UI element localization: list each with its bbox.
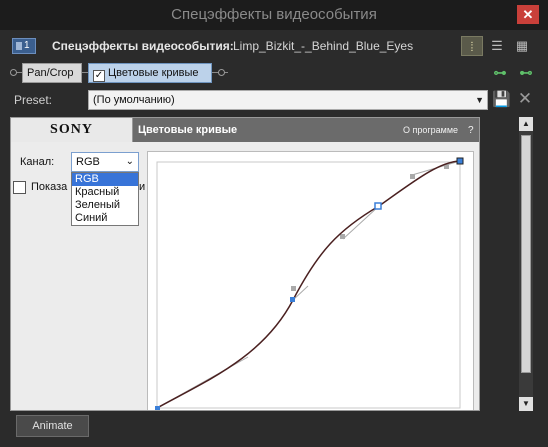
fx-chain-icon[interactable]: 1 bbox=[12, 38, 36, 54]
save-preset-icon[interactable]: 💾 bbox=[492, 91, 511, 109]
channel-label: Канал: bbox=[20, 156, 55, 168]
fx-title: Спецэффекты видеособытия: bbox=[52, 39, 234, 53]
channel-dropdown: RGB Красный Зеленый Синий bbox=[71, 172, 139, 226]
curve-point-selected[interactable] bbox=[374, 202, 382, 210]
help-link[interactable]: ? bbox=[468, 125, 474, 136]
tangent-handle[interactable] bbox=[291, 286, 296, 291]
window-title: Спецэффекты видеособытия bbox=[171, 6, 377, 23]
curve-point[interactable] bbox=[155, 406, 160, 411]
channel-option-green[interactable]: Зеленый bbox=[72, 199, 138, 212]
show-checkbox[interactable] bbox=[13, 181, 26, 194]
delete-preset-icon[interactable]: ✕ bbox=[516, 89, 534, 109]
tangent-line bbox=[342, 205, 380, 240]
sony-logo: SONY bbox=[11, 118, 133, 142]
list-icon[interactable]: ☰ bbox=[486, 36, 508, 56]
footer: Animate bbox=[0, 413, 548, 447]
plugin-enabled-checkbox[interactable]: ✓ bbox=[93, 70, 105, 82]
about-link[interactable]: О программе bbox=[403, 125, 458, 135]
list-detail-icon[interactable]: ⦙ bbox=[461, 36, 483, 56]
title-bar: Спецэффекты видеособытия ✕ bbox=[0, 0, 548, 30]
preset-label: Preset: bbox=[14, 93, 53, 107]
show-label: Показа bbox=[31, 181, 68, 193]
tangent-handle[interactable] bbox=[340, 234, 345, 239]
plugin-panel: SONY Цветовые кривые О программе ? Канал… bbox=[10, 117, 480, 411]
channel-option-red[interactable]: Красный bbox=[72, 186, 138, 199]
scroll-thumb[interactable] bbox=[521, 135, 531, 373]
remove-plugin-icon[interactable]: ⊷ bbox=[516, 64, 536, 82]
scroll-down-icon[interactable]: ▼ bbox=[519, 397, 533, 411]
plugin-color-curves[interactable]: ✓ Цветовые кривые bbox=[88, 63, 212, 83]
plugin-pan-crop[interactable]: Pan/Crop bbox=[22, 63, 82, 83]
chain-end-node bbox=[218, 69, 225, 76]
close-button[interactable]: ✕ bbox=[517, 5, 539, 24]
vertical-scrollbar[interactable]: ▲ ▼ bbox=[519, 117, 533, 411]
chevron-down-icon: ▼ bbox=[475, 95, 484, 105]
effect-header: 1 Спецэффекты видеособытия: Limp_Bizkit_… bbox=[8, 34, 540, 58]
channel-select[interactable]: RGB ⌄ bbox=[71, 152, 139, 172]
channel-option-rgb[interactable]: RGB bbox=[72, 173, 138, 186]
chain-start-node bbox=[10, 69, 17, 76]
animate-button[interactable]: Animate bbox=[16, 415, 89, 437]
tangent-handle[interactable] bbox=[410, 174, 415, 179]
channel-option-blue[interactable]: Синий bbox=[72, 212, 138, 225]
curve-point[interactable] bbox=[456, 157, 464, 165]
preset-select[interactable]: (По умолчанию) ▼ bbox=[88, 90, 488, 110]
curve-editor[interactable] bbox=[147, 151, 475, 411]
panel-header: SONY Цветовые кривые О программе ? bbox=[11, 118, 479, 142]
grid-icon[interactable]: ▦ bbox=[511, 36, 533, 56]
chevron-down-icon: ⌄ bbox=[125, 156, 134, 167]
show-label-tail: и bbox=[139, 181, 146, 193]
plugin-chain: Pan/Crop ✓ Цветовые кривые ⊶ ⊷ bbox=[8, 62, 540, 84]
scroll-up-icon[interactable]: ▲ bbox=[519, 117, 533, 131]
curve-point[interactable] bbox=[290, 297, 295, 302]
event-name: Limp_Bizkit_-_Behind_Blue_Eyes bbox=[233, 39, 414, 53]
curve-canvas[interactable] bbox=[148, 152, 475, 411]
plugin-chain-icon[interactable]: ⊶ bbox=[490, 64, 510, 82]
color-curve[interactable] bbox=[156, 160, 461, 409]
plugin-name: Цветовые кривые bbox=[138, 124, 238, 136]
preset-row: Preset: (По умолчанию) ▼ 💾 ✕ bbox=[8, 89, 540, 111]
curve-grid-border bbox=[156, 161, 461, 409]
